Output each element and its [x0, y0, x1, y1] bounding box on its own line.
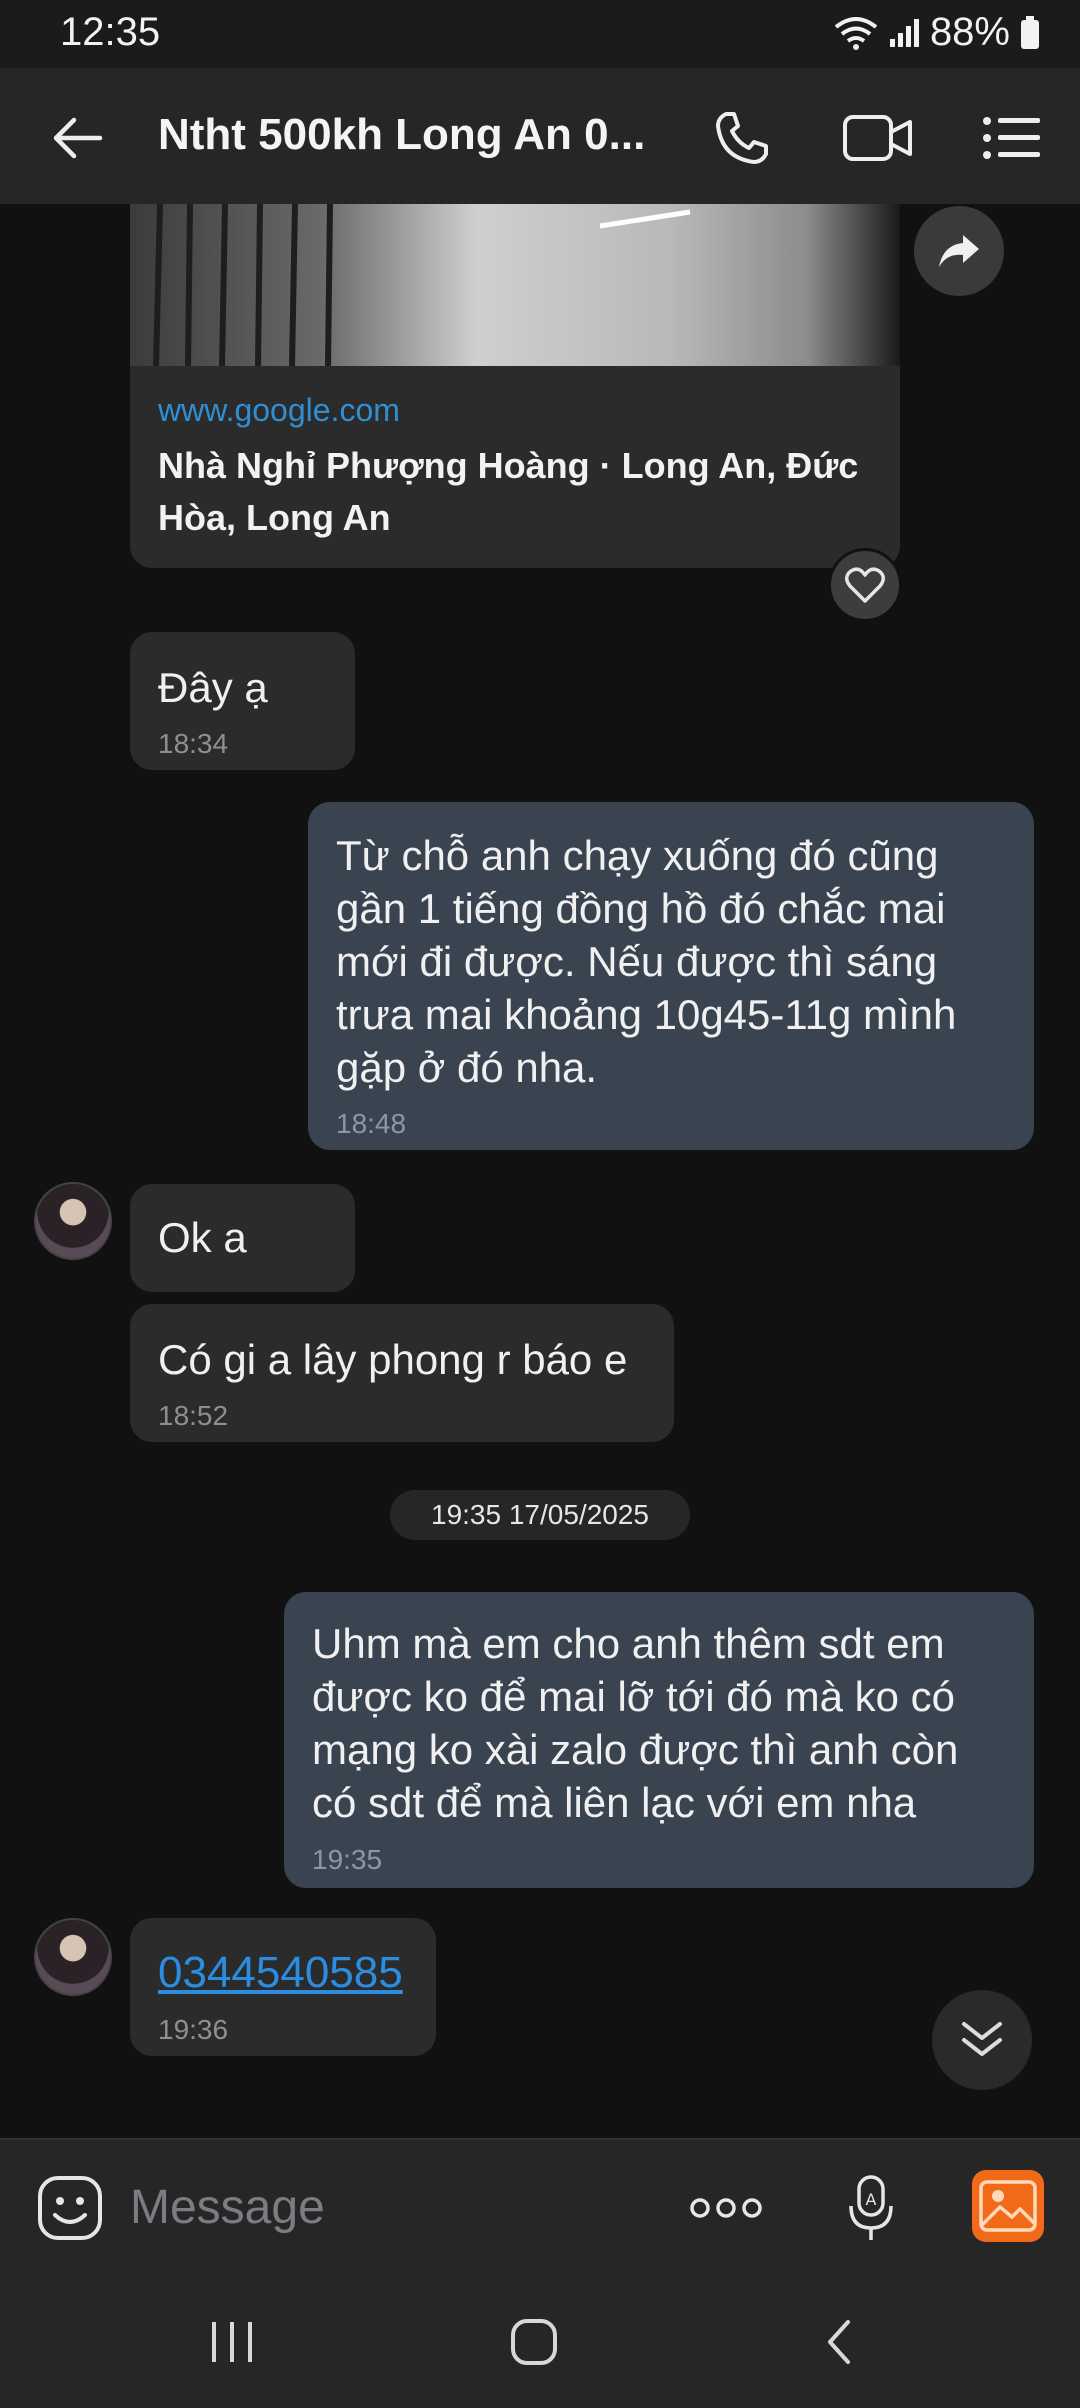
sticker-button[interactable] — [34, 2172, 106, 2244]
message-line: mạng ko xài zalo được thì anh còn — [312, 1726, 959, 1773]
message-line: Từ chỗ anh chạy xuống đó cũng — [336, 832, 939, 879]
more-dots-icon — [690, 2198, 762, 2218]
battery-icon — [1021, 15, 1039, 49]
phone-number-link[interactable]: 0344540585 — [158, 1948, 403, 1998]
home-button[interactable] — [498, 2306, 570, 2378]
message-input[interactable]: Message — [130, 2180, 325, 2235]
message-line: có sdt để mà liên lạc với em nha — [312, 1779, 917, 1826]
message-time: 18:52 — [158, 1400, 229, 1431]
date-separator: 19:35 17/05/2025 — [390, 1490, 690, 1540]
preview-title: Nhà Nghỉ Phượng Hoàng · Long An, Đức Hòa… — [158, 445, 859, 538]
status-bar: 12:35 88% — [0, 0, 1080, 68]
preview-url[interactable]: www.google.com — [158, 392, 400, 429]
gallery-icon — [979, 2180, 1037, 2232]
recents-button[interactable] — [196, 2306, 268, 2378]
message-text: Ok a — [158, 1214, 247, 1261]
home-icon — [511, 2319, 557, 2365]
message-bubble-incoming[interactable]: Đây ạ 18:34 — [130, 632, 355, 770]
wifi-icon — [834, 16, 878, 50]
message-time: 18:34 — [158, 728, 229, 759]
menu-list-icon — [983, 117, 1040, 159]
share-button[interactable] — [914, 206, 1004, 296]
link-preview-card[interactable]: www.google.com Nhà Nghỉ Phượng Hoàng · L… — [130, 204, 900, 568]
more-options-button[interactable] — [686, 2180, 766, 2236]
video-call-icon — [843, 115, 912, 161]
heart-icon — [845, 567, 885, 603]
message-text: Đây ạ — [158, 664, 268, 711]
message-line: gặp ở đó nha. — [336, 1044, 598, 1091]
voice-input-icon: A — [849, 2175, 893, 2240]
message-line: gần 1 tiếng đồng hồ đó chắc mai — [336, 885, 946, 932]
message-line: trưa mai khoảng 10g45-11g mình — [336, 991, 957, 1038]
preview-image — [130, 204, 900, 367]
message-bubble-incoming[interactable]: 0344540585 19:36 — [130, 1918, 436, 2056]
curtain-image — [153, 204, 691, 367]
voice-input-button[interactable]: A — [836, 2170, 906, 2246]
gallery-button[interactable] — [972, 2170, 1044, 2242]
message-time: 19:36 — [158, 2014, 229, 2045]
message-bubble-outgoing[interactable]: Uhm mà em cho anh thêm sdt em được ko để… — [284, 1592, 1034, 1888]
chat-title[interactable]: Ntht 500kh Long An 0... — [158, 110, 645, 160]
message-time: 19:35 — [312, 1844, 383, 1875]
message-line: Uhm mà em cho anh thêm sdt em — [312, 1620, 945, 1667]
chevron-double-down-icon — [962, 2022, 1002, 2056]
svg-text:A: A — [866, 2190, 877, 2209]
chat-header: Ntht 500kh Long An 0... — [0, 68, 1080, 204]
phone-icon — [716, 112, 768, 164]
avatar[interactable] — [34, 1918, 112, 1996]
system-nav-bar — [0, 2274, 1080, 2408]
status-time: 12:35 — [60, 10, 161, 54]
signal-icon — [889, 18, 919, 47]
share-arrow-icon — [939, 235, 979, 267]
status-right: 88% — [834, 10, 1040, 55]
system-back-button[interactable] — [804, 2306, 876, 2378]
message-composer: Message A — [0, 2138, 1080, 2276]
message-time: 18:48 — [336, 1108, 407, 1139]
react-button[interactable] — [828, 548, 902, 622]
recents-icon — [212, 2322, 252, 2362]
sticker-icon — [38, 2176, 102, 2240]
back-button[interactable] — [46, 106, 110, 170]
call-button[interactable] — [706, 102, 778, 174]
message-bubble-incoming[interactable]: Ok a — [130, 1184, 355, 1292]
chat-menu-button[interactable] — [976, 102, 1048, 174]
back-arrow-icon — [53, 117, 103, 159]
chevron-left-icon — [828, 2320, 850, 2364]
message-bubble-outgoing[interactable]: Từ chỗ anh chạy xuống đó cũng gần 1 tiến… — [308, 802, 1034, 1150]
message-line: được ko để mai lỡ tới đó mà ko có — [312, 1673, 955, 1720]
message-bubble-incoming[interactable]: Có gi a lây phong r báo e 18:52 — [130, 1304, 674, 1442]
message-line: mới đi được. Nếu được thì sáng — [336, 938, 938, 985]
scroll-to-bottom-button[interactable] — [932, 1990, 1032, 2090]
battery-percent: 88% — [929, 10, 1010, 54]
video-call-button[interactable] — [838, 102, 918, 174]
message-text: Có gi a lây phong r báo e — [158, 1336, 628, 1383]
avatar[interactable] — [34, 1182, 112, 1260]
